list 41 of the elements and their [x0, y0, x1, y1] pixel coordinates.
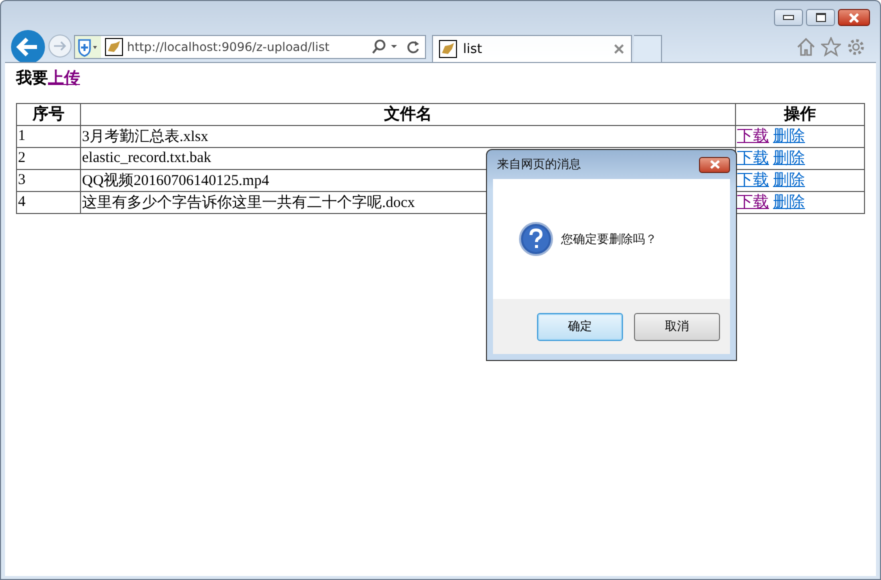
delete-link[interactable]: 删除 [773, 128, 805, 145]
new-tab-button[interactable] [634, 35, 662, 62]
home-icon[interactable] [796, 36, 816, 56]
cancel-button[interactable]: 取消 [634, 312, 720, 340]
ok-button[interactable]: 确定 [537, 312, 623, 340]
close-tab-icon[interactable] [613, 43, 625, 55]
minimize-button[interactable] [774, 9, 803, 26]
maximize-button[interactable] [806, 9, 835, 26]
table-cell: 3 [16, 170, 80, 192]
settings-icon[interactable] [846, 36, 866, 56]
heading-text: 我要 [16, 70, 48, 87]
delete-link[interactable]: 删除 [773, 172, 805, 189]
url-text[interactable]: http://localhost:9096/z-upload/list [127, 40, 367, 54]
question-icon [519, 222, 553, 256]
column-header: 操作 [736, 104, 864, 126]
table-cell: 4 [16, 192, 80, 214]
table-cell: 1 [16, 126, 80, 148]
download-link[interactable]: 下载 [737, 194, 769, 211]
upload-link[interactable]: 上传 [48, 70, 80, 87]
close-icon [848, 12, 860, 22]
download-link[interactable]: 下载 [737, 128, 769, 145]
back-button[interactable] [10, 29, 46, 65]
delete-link[interactable]: 删除 [773, 150, 805, 167]
table-cell: 2 [16, 148, 80, 170]
download-link[interactable]: 下载 [737, 150, 769, 167]
star-icon[interactable] [821, 36, 841, 56]
table-cell: 3月考勤汇总表.xlsx [80, 126, 736, 148]
browser-tab[interactable]: list [432, 35, 632, 62]
page-favicon-icon [439, 40, 457, 58]
address-bar[interactable]: http://localhost:9096/z-upload/list [74, 35, 426, 59]
delete-link[interactable]: 删除 [773, 194, 805, 211]
dialog-message: 您确定要删除吗？ [561, 230, 657, 248]
page-favicon-icon [105, 38, 123, 56]
compatibility-icon[interactable] [75, 36, 101, 58]
close-button[interactable] [699, 156, 730, 172]
close-button[interactable] [838, 9, 870, 26]
column-header: 序号 [16, 104, 80, 126]
refresh-icon[interactable] [405, 38, 421, 56]
download-link[interactable]: 下载 [737, 172, 769, 189]
close-icon [708, 160, 720, 169]
column-header: 文件名 [80, 104, 736, 126]
